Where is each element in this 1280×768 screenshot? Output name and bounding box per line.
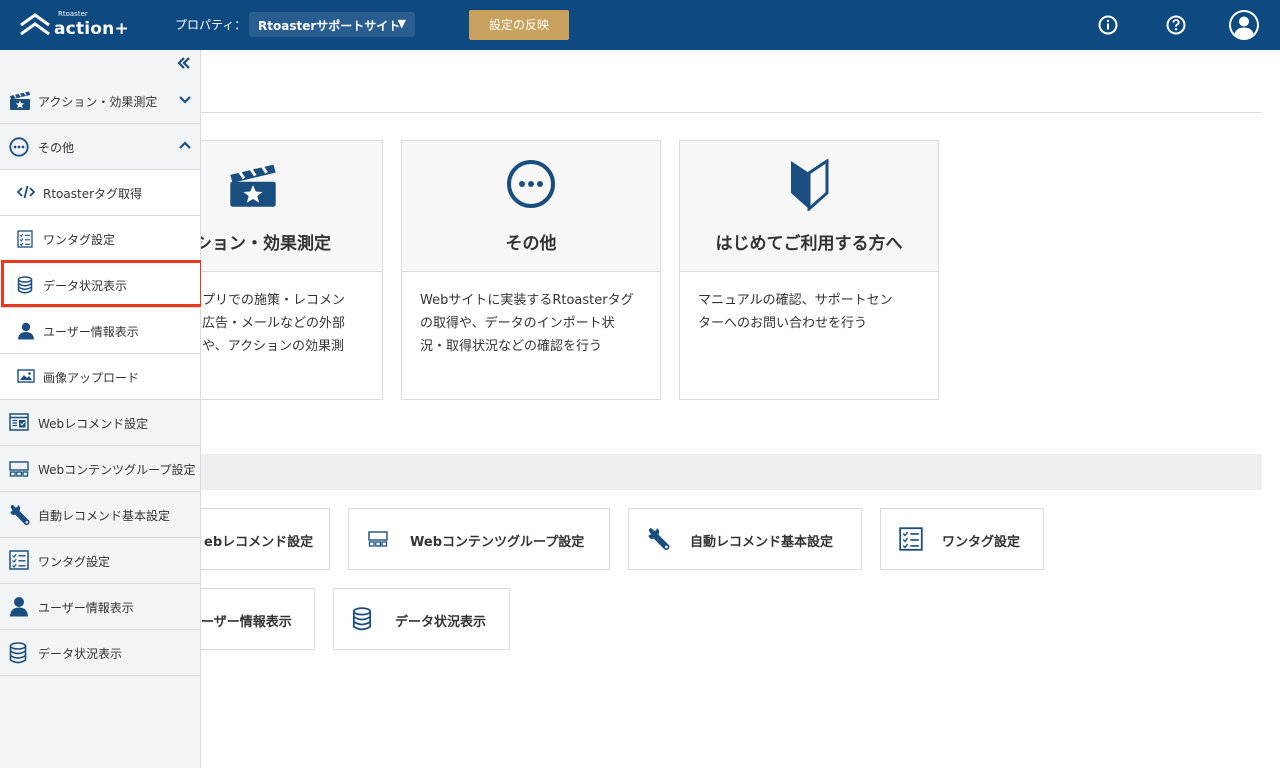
logo-chevron-icon <box>20 13 50 36</box>
sidebar-item-user-info[interactable]: ユーザー情報表示 <box>0 584 200 630</box>
image-icon <box>17 369 35 383</box>
sidebar-item-label: その他 <box>38 141 75 155</box>
dropdown-arrow-icon: ▼ <box>397 17 406 30</box>
clapperboard-icon <box>230 164 276 207</box>
card-description: Webサイトに実装するRtoasterタグ の取得や、データのインポート状 況・… <box>420 293 634 354</box>
wrench-icon <box>648 528 670 551</box>
quick-link-label: 自動レコメンド基本設定 <box>690 535 834 550</box>
user-avatar-icon[interactable] <box>1228 9 1260 41</box>
card-beginner[interactable]: はじめてご利用する方へ マニュアルの確認、サポートセン ターへのお問い合わせを行… <box>679 140 939 400</box>
app-logo[interactable]: Rtoaster action+ <box>20 10 130 40</box>
quick-link-onetag[interactable]: ワンタグ設定 <box>880 508 1044 570</box>
collapse-sidebar-icon[interactable] <box>177 56 191 70</box>
card-header: その他 <box>402 141 660 272</box>
sidebar-item-action-measure[interactable]: アクション・効果測定 <box>0 78 200 124</box>
quick-link-content-group[interactable]: Webコンテンツグループ設定 <box>348 508 610 570</box>
section-band <box>201 454 1262 490</box>
sidebar-item-label: ワンタグ設定 <box>38 555 111 569</box>
quick-link-label: ーザー情報表示 <box>201 615 292 630</box>
logo-small-text: Rtoaster <box>58 10 88 18</box>
card-title: はじめてご利用する方へ <box>715 234 903 254</box>
sidebar-item-label: 自動レコメンド基本設定 <box>38 509 171 523</box>
content-group-icon <box>9 461 29 477</box>
chevron-up-icon <box>179 141 191 149</box>
help-icon[interactable] <box>1166 15 1186 35</box>
sidebar-subitem-user-info[interactable]: ユーザー情報表示 <box>0 308 200 354</box>
sidebar-item-onetag[interactable]: ワンタグ設定 <box>0 538 200 584</box>
code-icon <box>17 185 35 199</box>
quick-link-label: ワンタグ設定 <box>942 535 1021 550</box>
user-icon <box>10 597 28 617</box>
selected-item-highlight <box>1 260 203 307</box>
sidebar-item-label: Webコンテンツグループ設定 <box>38 463 196 477</box>
sidebar-item-label: 画像アップロード <box>43 371 140 385</box>
more-circle-icon <box>9 137 29 157</box>
property-select[interactable]: Rtoasterサポートサイト ▼ <box>249 12 415 37</box>
sidebar-item-auto-recommend[interactable]: 自動レコメンド基本設定 <box>0 492 200 538</box>
apply-settings-button[interactable]: 設定の反映 <box>469 10 569 40</box>
sidebar-item-other[interactable]: その他 <box>0 124 200 170</box>
sidebar-item-label: データ状況表示 <box>38 647 123 661</box>
card-title: その他 <box>505 234 557 254</box>
beginner-mark-icon <box>791 159 829 211</box>
database-icon <box>9 642 27 664</box>
clapperboard-icon <box>10 91 30 110</box>
logo-text: action+ <box>54 19 129 39</box>
main-content: ション・効果測定 プリでの施策・レコメン 広告・メールなどの外部 や、アクション… <box>201 112 1280 768</box>
checklist-icon <box>9 550 29 570</box>
database-icon <box>352 607 372 631</box>
sidebar-subitem-image-upload[interactable]: 画像アップロード <box>0 354 200 400</box>
checklist-icon <box>899 527 923 551</box>
chevron-down-icon <box>179 96 191 104</box>
content-group-icon <box>368 531 388 547</box>
info-icon[interactable] <box>1098 15 1118 35</box>
card-action-measure[interactable]: ション・効果測定 プリでの施策・レコメン 広告・メールなどの外部 や、アクション… <box>201 140 383 400</box>
property-label: プロパティ： <box>175 18 247 32</box>
sidebar-subitem-onetag[interactable]: ワンタグ設定 <box>0 216 200 262</box>
sidebar-item-label: Rtoasterタグ取得 <box>43 187 143 201</box>
sidebar-item-label: ユーザー情報表示 <box>38 601 134 615</box>
sidebar-item-label: Webレコメンド設定 <box>38 417 149 431</box>
card-header: ション・効果測定 <box>201 141 382 272</box>
property-value: Rtoasterサポートサイト <box>258 19 401 33</box>
sidebar-subitem-rtoaster-tag[interactable]: Rtoasterタグ取得 <box>0 170 200 216</box>
top-header: Rtoaster action+ プロパティ： Rtoasterサポートサイト … <box>0 0 1280 50</box>
quick-link-web-recommend[interactable]: ebレコメンド設定 <box>201 508 330 570</box>
sidebar-item-web-recommend[interactable]: Webレコメンド設定 <box>0 400 200 446</box>
quick-link-label: Webコンテンツグループ設定 <box>410 535 585 550</box>
wrench-icon <box>10 505 30 526</box>
user-icon <box>18 322 34 340</box>
more-circle-icon <box>507 160 555 208</box>
card-description: プリでの施策・レコメン 広告・メールなどの外部 や、アクションの効果測 <box>202 293 346 354</box>
quick-link-auto-recommend[interactable]: 自動レコメンド基本設定 <box>628 508 862 570</box>
card-header: はじめてご利用する方へ <box>680 141 938 272</box>
quick-link-user-info[interactable]: ーザー情報表示 <box>201 588 315 650</box>
sidebar-item-content-group[interactable]: Webコンテンツグループ設定 <box>0 446 200 492</box>
card-title: ション・効果測定 <box>201 234 331 254</box>
quick-link-data-status[interactable]: データ状況表示 <box>333 588 510 650</box>
sidebar-item-label: ユーザー情報表示 <box>43 325 139 339</box>
quick-link-label: ebレコメンド設定 <box>204 535 314 550</box>
card-description: マニュアルの確認、サポートセン ターへのお問い合わせを行う <box>698 293 893 331</box>
sidebar-item-label: アクション・効果測定 <box>38 95 158 109</box>
web-recommend-icon <box>9 413 29 431</box>
sidebar-item-label: ワンタグ設定 <box>43 233 116 247</box>
quick-link-label: データ状況表示 <box>395 615 487 630</box>
checklist-icon <box>17 230 33 248</box>
sidebar-item-data-status[interactable]: データ状況表示 <box>0 630 200 676</box>
card-other[interactable]: その他 Webサイトに実装するRtoasterタグ の取得や、データのインポート… <box>401 140 661 400</box>
